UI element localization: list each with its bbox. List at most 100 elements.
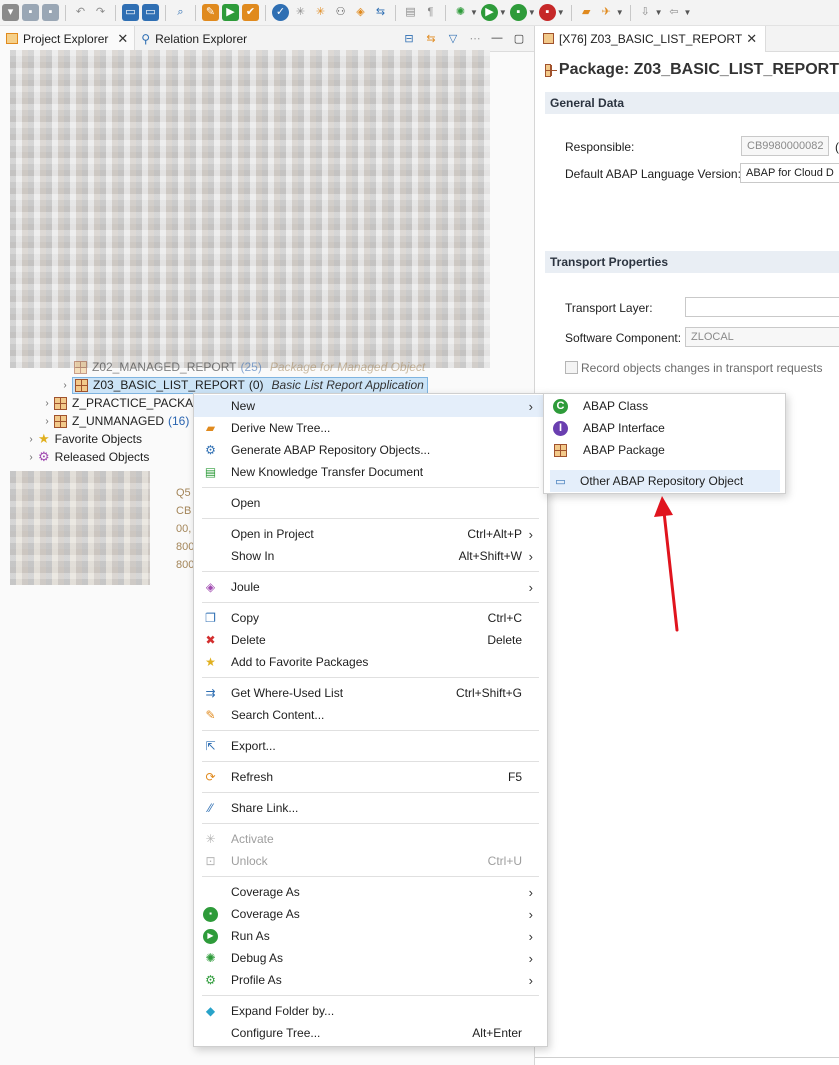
tree-row-released-objects[interactable]: › ⚙ Released Objects <box>24 448 149 466</box>
menu-item-knowledge-transfer[interactable]: ▤ New Knowledge Transfer Document <box>194 461 547 483</box>
tab-package-editor[interactable]: [X76] Z03_BASIC_LIST_REPORT ✕ <box>535 25 767 52</box>
partial-text: 800 <box>176 541 195 553</box>
tag-icon[interactable]: ◈ <box>352 4 369 21</box>
submenu-item-other-object[interactable]: ▭ Other ABAP Repository Object <box>550 470 780 492</box>
chevron-down-icon[interactable]: ▼ <box>528 8 536 17</box>
check-icon[interactable]: ✓ <box>272 4 289 21</box>
new-file-icon[interactable]: ▾ <box>2 4 19 21</box>
tree-row-description: Package for Managed Object <box>269 360 426 374</box>
other-object-icon: ▭ <box>555 475 566 488</box>
record-changes-checkbox[interactable] <box>565 361 578 374</box>
back-icon[interactable]: ⇩ <box>637 4 654 21</box>
profile-icon[interactable]: ▪ <box>538 4 556 21</box>
search-icon[interactable]: ⌕ <box>172 4 189 21</box>
chevron-down-icon[interactable]: ▼ <box>655 8 663 17</box>
submenu-item-abap-interface[interactable]: I ABAP Interface <box>544 417 785 439</box>
where-used-icon[interactable]: ⚇ <box>332 4 349 21</box>
menu-item-shortcut: Ctrl+C <box>487 611 522 625</box>
menu-item-label: Coverage As <box>231 907 300 921</box>
responsible-field[interactable]: CB9980000082 <box>741 136 829 156</box>
chevron-down-icon[interactable]: ▼ <box>557 8 565 17</box>
menu-item-copy[interactable]: ❐ Copy Ctrl+C <box>194 607 547 629</box>
transport-icon[interactable]: ✔ <box>242 4 259 21</box>
menu-item-coverage-as-2[interactable]: ▪ Coverage As › <box>194 903 547 925</box>
collapse-all-icon[interactable]: ⊟ <box>402 31 416 45</box>
chevron-down-icon[interactable]: ▼ <box>470 8 478 17</box>
menu-item-show-in[interactable]: Show In Alt+Shift+W › <box>194 545 547 567</box>
menu-item-label: New Knowledge Transfer Document <box>231 465 424 479</box>
tree-row-z-unmanaged[interactable]: › Z_UNMANAGED (16) <box>40 412 189 430</box>
filter-icon[interactable]: ▽ <box>446 31 460 45</box>
partial-text: Q5 <box>176 487 191 499</box>
menu-item-profile-as[interactable]: ⚙ Profile As › <box>194 969 547 991</box>
undo-icon[interactable]: ↶ <box>72 4 89 21</box>
pin-icon[interactable]: ✈ <box>598 4 615 21</box>
maximize-icon[interactable]: ▢ <box>512 31 526 45</box>
transport-layer-field[interactable] <box>685 297 839 317</box>
section-transport-properties[interactable]: Transport Properties <box>545 251 839 273</box>
chevron-right-icon[interactable]: › <box>40 416 54 427</box>
menu-item-expand-folder[interactable]: ◆ Expand Folder by... <box>194 1000 547 1022</box>
menu-item-run-as[interactable]: ▶ Run As › <box>194 925 547 947</box>
forward-icon[interactable]: ⇦ <box>666 4 683 21</box>
menu-item-open-in-project[interactable]: Open in Project Ctrl+Alt+P › <box>194 523 547 545</box>
coverage-icon[interactable]: ▪ <box>509 4 527 21</box>
tab-relation-explorer[interactable]: ⚲ Relation Explorer <box>135 26 253 52</box>
menu-item-new[interactable]: New › <box>194 395 547 417</box>
redo-icon[interactable]: ↷ <box>92 4 109 21</box>
menu-item-search-content[interactable]: ✎ Search Content... <box>194 704 547 726</box>
view-menu-icon[interactable]: ⋯ <box>468 31 482 45</box>
chevron-right-icon[interactable]: › <box>24 452 38 463</box>
minimize-icon[interactable]: — <box>490 31 504 45</box>
menu-item-share-link[interactable]: ⁄⁄ Share Link... <box>194 797 547 819</box>
editor-tab-bar: [X76] Z03_BASIC_LIST_REPORT ✕ <box>535 25 839 52</box>
tree-row-z-practice[interactable]: › Z_PRACTICE_PACKAG <box>40 394 202 412</box>
open-package-icon[interactable]: ✎ <box>202 4 219 21</box>
save-icon[interactable]: ▪ <box>22 4 39 21</box>
link-editor-icon[interactable]: ⇆ <box>424 31 438 45</box>
tree-row-z03-selected[interactable]: › Z03_BASIC_LIST_REPORT (0) Basic List R… <box>58 376 428 394</box>
activate-all-icon[interactable]: ✳ <box>312 4 329 21</box>
save-all-icon[interactable]: ▪ <box>42 4 59 21</box>
menu-item-derive-new-tree[interactable]: ▰ Derive New Tree... <box>194 417 547 439</box>
chevron-down-icon[interactable]: ▼ <box>616 8 624 17</box>
menu-item-export[interactable]: ⇱ Export... <box>194 735 547 757</box>
section-general-data[interactable]: General Data <box>545 92 839 114</box>
abap-run-icon[interactable]: ▶ <box>222 4 239 21</box>
chevron-right-icon: › <box>528 928 533 944</box>
activate-icon[interactable]: ✳ <box>292 4 309 21</box>
tree-row-z02[interactable]: Z02_MANAGED_REPORT (25) Package for Mana… <box>60 358 425 376</box>
menu-item-delete[interactable]: ✖ Delete Delete <box>194 629 547 651</box>
tab-project-explorer[interactable]: Project Explorer ✕ <box>0 25 136 52</box>
menu-item-refresh[interactable]: ⟳ Refresh F5 <box>194 766 547 788</box>
submenu-item-abap-class[interactable]: C ABAP Class <box>544 395 785 417</box>
pilcrow-icon[interactable]: ¶ <box>422 4 439 21</box>
open-folder-icon[interactable]: ▰ <box>578 4 595 21</box>
chevron-right-icon[interactable]: › <box>58 380 72 391</box>
menu-item-where-used[interactable]: ⇉ Get Where-Used List Ctrl+Shift+G <box>194 682 547 704</box>
menu-item-coverage-as[interactable]: Coverage As › <box>194 881 547 903</box>
format-icon[interactable]: ▤ <box>402 4 419 21</box>
console-icon[interactable]: ▭ <box>142 4 159 21</box>
language-field[interactable]: ABAP for Cloud D <box>740 163 839 183</box>
chevron-right-icon[interactable]: › <box>40 398 54 409</box>
monitor-icon[interactable]: ▭ <box>122 4 139 21</box>
close-icon[interactable]: ✕ <box>117 31 128 47</box>
debug-icon[interactable]: ✺ <box>452 4 469 21</box>
submenu-item-abap-package[interactable]: ABAP Package <box>544 439 785 461</box>
chevron-down-icon[interactable]: ▼ <box>684 8 692 17</box>
close-icon[interactable]: ✕ <box>746 31 757 47</box>
software-component-field[interactable]: ZLOCAL <box>685 327 839 347</box>
menu-item-open[interactable]: Open <box>194 492 547 514</box>
chevron-down-icon[interactable]: ▼ <box>499 8 507 17</box>
menu-item-joule[interactable]: ◈ Joule › <box>194 576 547 598</box>
menu-item-generate-abap[interactable]: ⚙ Generate ABAP Repository Objects... <box>194 439 547 461</box>
menu-item-debug-as[interactable]: ✺ Debug As › <box>194 947 547 969</box>
tree-row-favorite-objects[interactable]: › ★ Favorite Objects <box>24 430 142 448</box>
menu-item-configure-tree[interactable]: Configure Tree... Alt+Enter <box>194 1022 547 1044</box>
tree-row-count: (0) <box>248 378 264 392</box>
compare-icon[interactable]: ⇆ <box>372 4 389 21</box>
run-icon[interactable]: ▶ <box>480 4 498 21</box>
menu-item-add-favorite[interactable]: ★ Add to Favorite Packages <box>194 651 547 673</box>
chevron-right-icon[interactable]: › <box>24 434 38 445</box>
